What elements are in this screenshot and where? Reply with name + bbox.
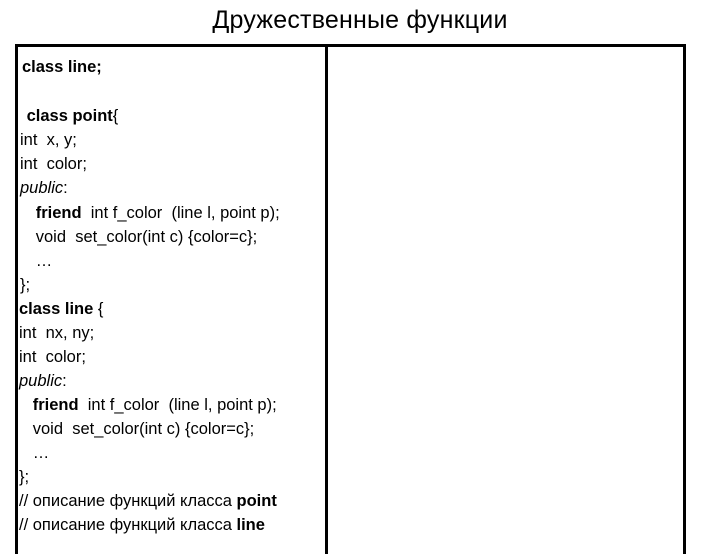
slide-title: Дружественные функции xyxy=(212,6,508,34)
code-token: int f_color (line l, point p); xyxy=(81,204,280,222)
empty-right-cell xyxy=(328,47,683,537)
code-token: class line; xyxy=(22,58,102,76)
code-line: public: xyxy=(19,371,67,391)
code-line: }; xyxy=(20,275,30,295)
code-line: friend int f_color (line l, point p); xyxy=(22,203,280,223)
code-token: : xyxy=(63,179,68,197)
code-line: void set_color(int c) {color=c}; xyxy=(22,227,257,247)
code-token: int f_color (line l, point p); xyxy=(78,396,277,414)
code-token: // описание функций класса xyxy=(19,492,237,510)
code-token: int color; xyxy=(19,348,86,366)
code-line: int color; xyxy=(19,347,86,367)
code-token: class line xyxy=(19,300,94,318)
code-line: }; xyxy=(19,467,29,487)
code-line: int nx, ny; xyxy=(19,323,94,343)
code-token: { xyxy=(93,300,104,318)
code-token: void set_color(int c) {color=c}; xyxy=(19,420,255,438)
code-line: void set_color(int c) {color=c}; xyxy=(19,419,254,439)
code-token: friend xyxy=(22,204,82,222)
code-token: friend xyxy=(19,396,79,414)
code-line: class line { xyxy=(19,299,103,319)
code-line: int color; xyxy=(20,154,87,174)
code-token: … xyxy=(22,252,53,270)
code-line: friend int f_color (line l, point p); xyxy=(19,395,277,415)
code-token: }; xyxy=(19,468,30,486)
code-token: int x, y; xyxy=(20,131,77,149)
code-token: line xyxy=(236,516,265,534)
code-token: }; xyxy=(20,276,31,294)
code-token: void set_color(int c) {color=c}; xyxy=(22,228,258,246)
code-token: int color; xyxy=(20,155,87,173)
code-line: class point{ xyxy=(22,106,119,126)
code-line: … xyxy=(22,251,53,271)
code-line: class line; xyxy=(22,57,102,77)
code-line: … xyxy=(19,443,50,463)
code-line: public: xyxy=(20,178,68,198)
code-line: int x, y; xyxy=(20,130,77,150)
code-line: // описание функций класса line xyxy=(19,515,265,535)
code-token: public xyxy=(19,372,63,390)
code-token: : xyxy=(62,372,67,390)
code-token: public xyxy=(20,179,64,197)
code-token: … xyxy=(19,444,50,462)
code-token: // описание функций класса xyxy=(19,516,237,534)
code-line: // описание функций класса point xyxy=(19,491,277,511)
code-token: int nx, ny; xyxy=(19,324,95,342)
code-token: point xyxy=(236,492,277,510)
code-token: { xyxy=(112,107,119,125)
code-token: class point xyxy=(22,107,113,125)
